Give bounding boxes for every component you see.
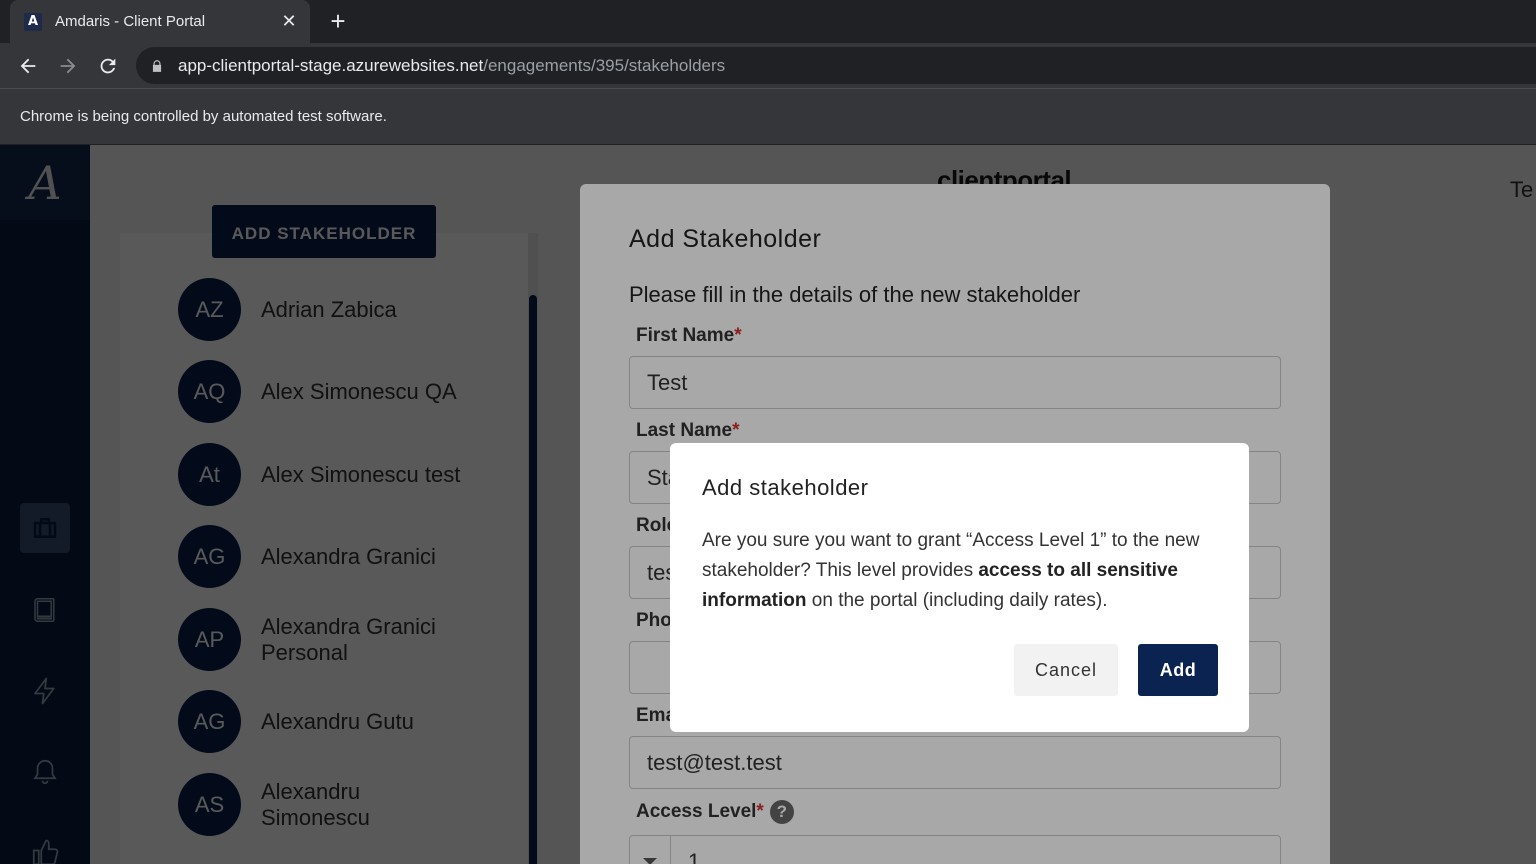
cancel-button[interactable]: Cancel [1014, 644, 1118, 696]
amdaris-favicon-icon: A [24, 12, 42, 31]
app-content: A clientportal Te ADD STAKEHOLDER AZ Adr… [0, 145, 1536, 864]
back-arrow-icon [20, 58, 36, 73]
confirm-message: Are you sure you want to grant “Access L… [702, 530, 1200, 611]
confirm-dialog: Add stakeholder Are you sure you want to… [670, 443, 1249, 732]
close-tab-icon[interactable]: ✕ [278, 11, 300, 32]
browser-tab-bar: A Amdaris - Client Portal ✕ + [0, 0, 1536, 43]
new-tab-button[interactable]: + [324, 8, 352, 36]
confirm-title: Add stakeholder [702, 475, 869, 500]
forward-button[interactable] [48, 46, 88, 86]
url-host: app-clientportal-stage.azurewebsites.net [178, 55, 484, 75]
reload-icon [100, 58, 116, 73]
reload-button[interactable] [88, 46, 128, 86]
automation-infobar: Chrome is being controlled by automated … [0, 88, 1536, 145]
lock-icon [152, 59, 162, 72]
browser-toolbar: app-clientportal-stage.azurewebsites.net… [0, 43, 1536, 88]
infobar-text: Chrome is being controlled by automated … [20, 108, 387, 125]
browser-tab[interactable]: A Amdaris - Client Portal ✕ [10, 0, 310, 43]
tab-title: Amdaris - Client Portal [55, 13, 206, 30]
back-button[interactable] [8, 46, 48, 86]
forward-arrow-icon [60, 58, 76, 73]
add-button[interactable]: Add [1138, 644, 1218, 696]
address-bar[interactable]: app-clientportal-stage.azurewebsites.net… [136, 47, 1536, 84]
url-path: /engagements/395/stakeholders [483, 55, 726, 75]
